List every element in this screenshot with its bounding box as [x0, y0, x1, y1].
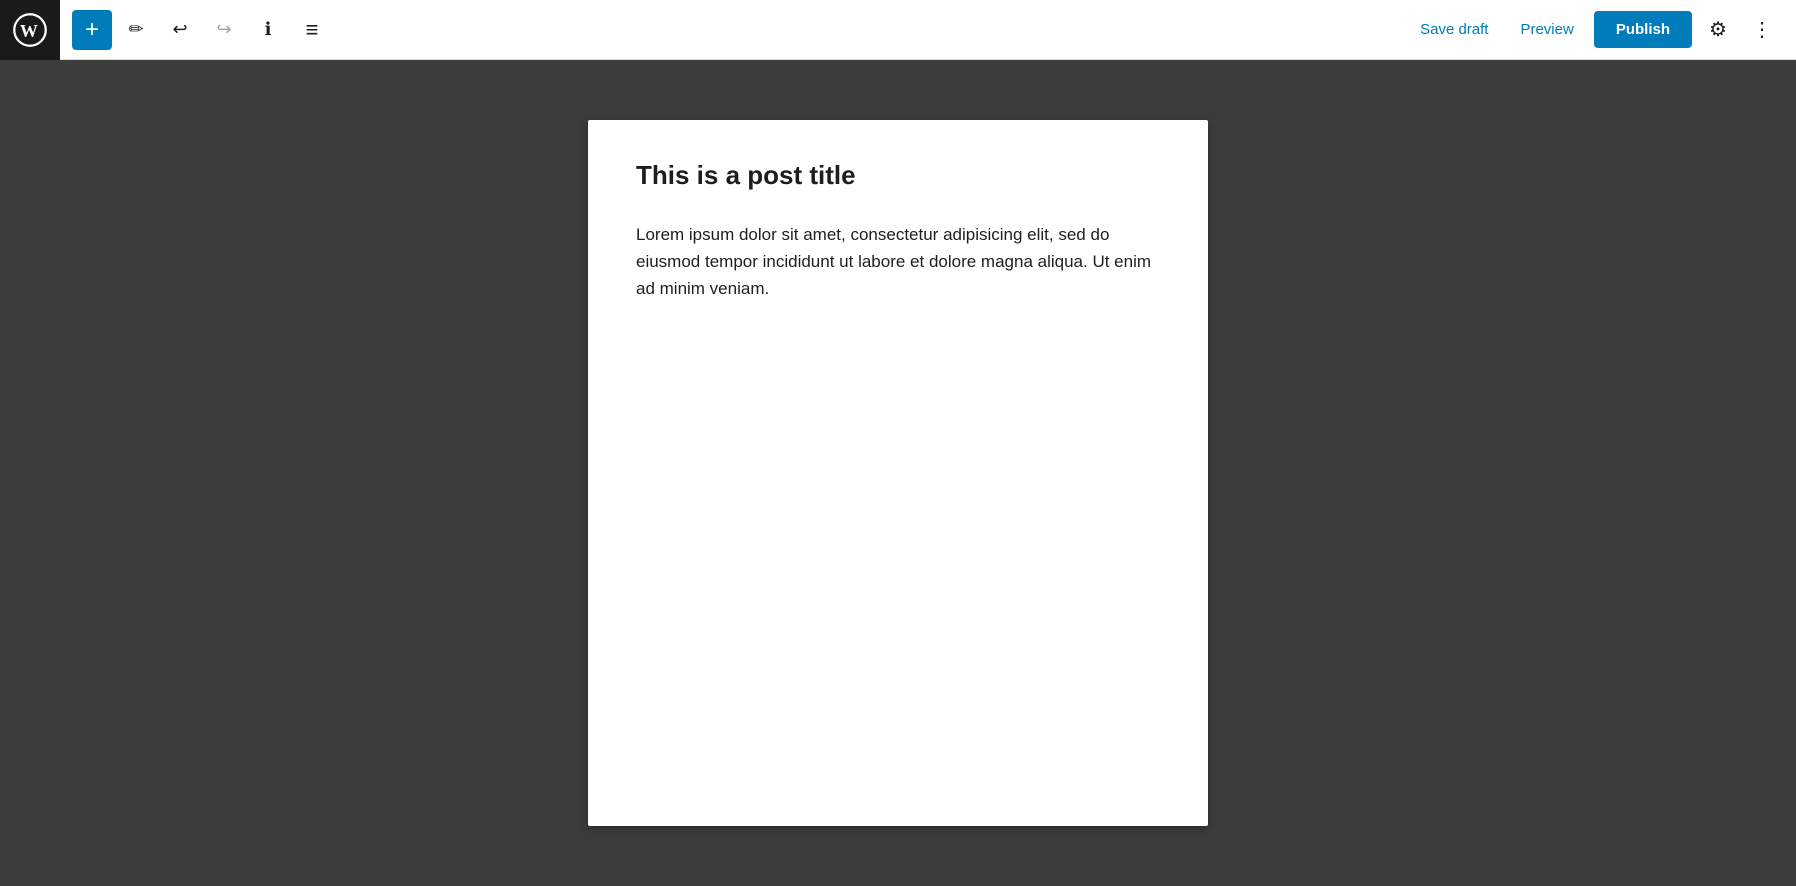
undo-icon: ↩: [172, 19, 187, 40]
toolbar-left-controls: + ✏ ↩ ↪ ℹ ≡: [60, 10, 1392, 50]
tools-button[interactable]: ✏: [116, 10, 156, 50]
info-button[interactable]: ℹ: [248, 10, 288, 50]
svg-text:W: W: [20, 20, 38, 40]
toolbar-right-controls: Save draft Preview Publish ⚙ ⋮: [1392, 11, 1796, 48]
editor-canvas[interactable]: This is a post title Lorem ipsum dolor s…: [588, 120, 1208, 826]
list-view-icon: ≡: [306, 17, 319, 43]
toolbar: W + ✏ ↩ ↪ ℹ ≡: [0, 0, 1796, 60]
gear-icon: ⚙: [1709, 17, 1727, 42]
wordpress-logo[interactable]: W: [0, 0, 60, 60]
undo-button[interactable]: ↩: [160, 10, 200, 50]
post-title[interactable]: This is a post title: [636, 160, 1160, 191]
list-view-button[interactable]: ≡: [292, 10, 332, 50]
add-block-button[interactable]: +: [72, 10, 112, 50]
more-icon: ⋮: [1752, 17, 1772, 42]
preview-button[interactable]: Preview: [1508, 13, 1585, 46]
save-draft-label: Save draft: [1420, 21, 1488, 38]
preview-label: Preview: [1520, 21, 1573, 38]
redo-button[interactable]: ↪: [204, 10, 244, 50]
post-body[interactable]: Lorem ipsum dolor sit amet, consectetur …: [636, 221, 1160, 303]
settings-button[interactable]: ⚙: [1700, 12, 1736, 48]
app-container: W + ✏ ↩ ↪ ℹ ≡: [0, 0, 1796, 886]
publish-label: Publish: [1616, 21, 1670, 38]
save-draft-button[interactable]: Save draft: [1408, 13, 1500, 46]
info-icon: ℹ: [265, 19, 272, 40]
more-options-button[interactable]: ⋮: [1744, 12, 1780, 48]
publish-button[interactable]: Publish: [1594, 11, 1692, 48]
editor-content-area: This is a post title Lorem ipsum dolor s…: [0, 60, 1796, 886]
redo-icon: ↪: [216, 19, 231, 40]
plus-icon: +: [85, 16, 99, 44]
pencil-icon: ✏: [128, 19, 143, 40]
